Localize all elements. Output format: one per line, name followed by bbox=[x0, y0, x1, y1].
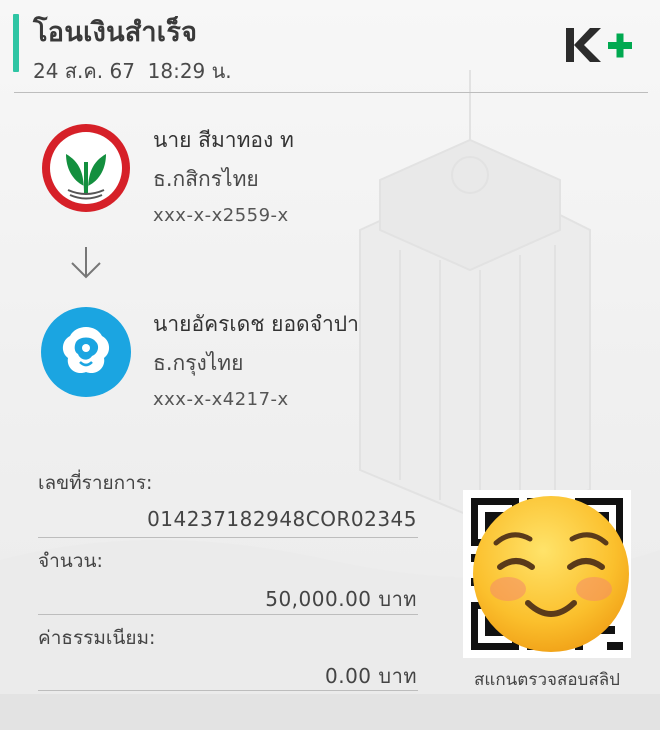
sender-bank: ธ.กสิกรไทย bbox=[153, 167, 259, 191]
header-divider bbox=[14, 92, 648, 93]
kasikorn-bank-icon bbox=[42, 124, 130, 212]
fee-value: 0.00 บาท bbox=[325, 664, 417, 688]
reference-value: 014237182948COR02345 bbox=[147, 507, 417, 531]
amount-value: 50,000.00 บาท bbox=[265, 587, 417, 611]
sender-account: xxx-x-x2559-x bbox=[153, 205, 289, 226]
title-accent-bar bbox=[13, 14, 19, 72]
transaction-datetime: 24 ส.ค. 67 18:29 น. bbox=[33, 59, 232, 83]
receiver-bank: ธ.กรุงไทย bbox=[153, 351, 244, 375]
reference-divider bbox=[38, 537, 418, 538]
smiling-face-emoji-icon bbox=[473, 496, 629, 652]
arrow-down-icon bbox=[71, 247, 101, 279]
page-title: โอนเงินสำเร็จ bbox=[33, 17, 198, 48]
sender-name: นาย สีมาทอง ท bbox=[153, 128, 294, 152]
transfer-slip: โอนเงินสำเร็จ 24 ส.ค. 67 18:29 น. นาย สี… bbox=[0, 0, 660, 694]
fee-label: ค่าธรรมเนียม: bbox=[38, 627, 156, 649]
amount-label: จำนวน: bbox=[38, 550, 103, 572]
kplus-logo-icon bbox=[566, 28, 632, 62]
reference-label: เลขที่รายการ: bbox=[38, 472, 153, 494]
qr-scan-caption: สแกนตรวจสอบสลิป bbox=[474, 670, 620, 690]
fee-divider bbox=[38, 690, 418, 691]
receiver-name: นายอัครเดช ยอดจำปา bbox=[153, 312, 359, 336]
amount-divider bbox=[38, 614, 418, 615]
krungthai-bank-icon bbox=[41, 307, 131, 397]
receiver-account: xxx-x-x4217-x bbox=[153, 389, 289, 410]
bottom-bar bbox=[0, 694, 660, 730]
